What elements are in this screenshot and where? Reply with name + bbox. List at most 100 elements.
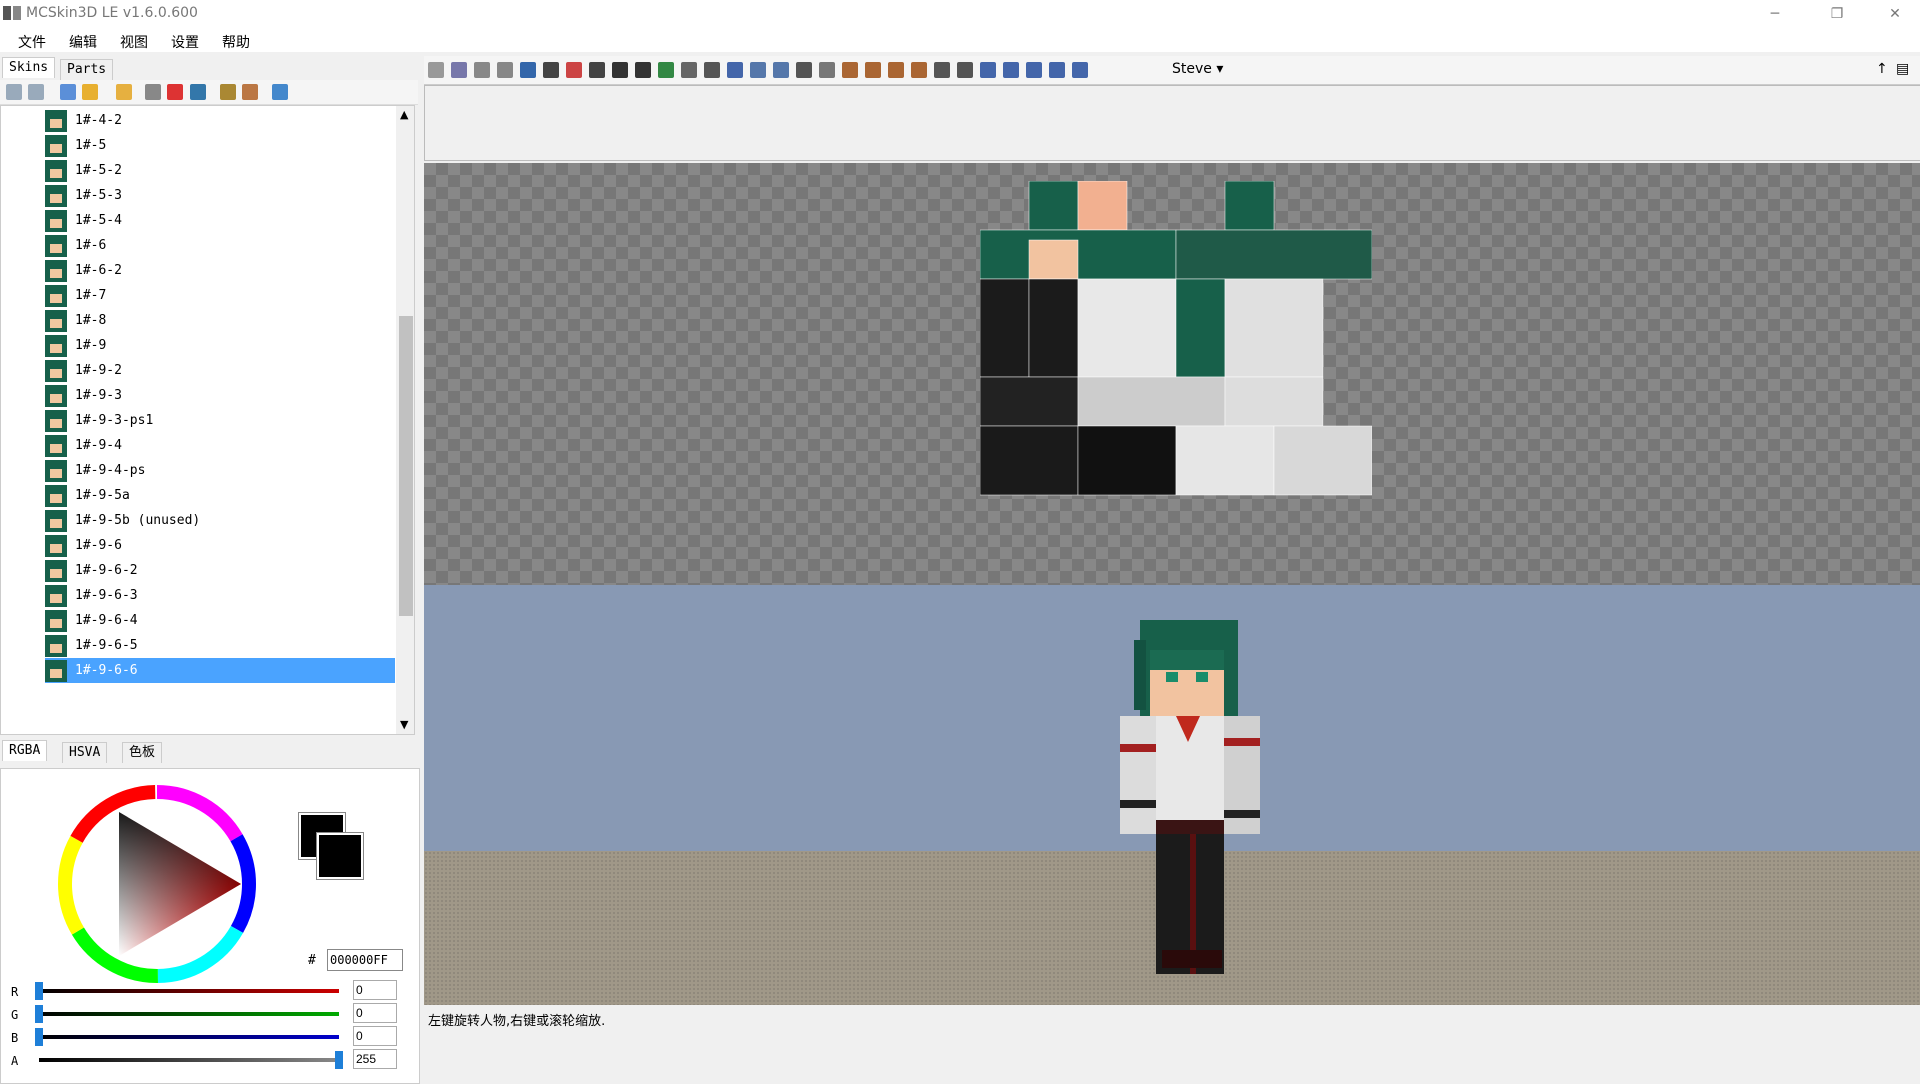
menu-view[interactable]: 视图	[120, 32, 148, 52]
3d-viewport[interactable]	[424, 585, 1920, 1005]
left-leg-region[interactable]	[980, 425, 1079, 496]
skin-list-item[interactable]: 1#-9-6-6	[45, 658, 395, 683]
list-scrollbar[interactable]: ▲ ▼	[396, 106, 414, 734]
body-front-region[interactable]	[1077, 278, 1177, 378]
skin-list-item[interactable]: 1#-9	[45, 333, 395, 358]
redo-icon[interactable]	[497, 62, 513, 78]
left-arm-region[interactable]	[1175, 425, 1275, 496]
head-top-region[interactable]	[1028, 181, 1079, 231]
refresh-icon[interactable]	[60, 84, 76, 100]
skin-list-item[interactable]: 1#-5-2	[45, 158, 395, 183]
tab-parts[interactable]: Parts	[60, 59, 114, 80]
pencil-icon[interactable]	[543, 62, 559, 78]
skin-list-item[interactable]: 1#-9-3	[45, 383, 395, 408]
channel-input-a[interactable]	[353, 1049, 397, 1069]
tab-hsva[interactable]: HSVA	[62, 742, 108, 763]
grid5-icon[interactable]	[934, 62, 950, 78]
grid10-icon[interactable]	[1049, 62, 1065, 78]
open-folder-icon[interactable]	[116, 84, 132, 100]
right-arm-region[interactable]	[1224, 278, 1324, 378]
hex-input[interactable]	[327, 949, 403, 971]
slider-thumb-r[interactable]	[35, 982, 43, 1000]
head-front-face[interactable]	[1028, 239, 1079, 280]
tab-rgba[interactable]: RGBA	[2, 740, 48, 761]
minimize-button[interactable]: ─	[1752, 0, 1798, 28]
character-model[interactable]	[1090, 620, 1290, 980]
skin-list-item[interactable]: 1#-4-2	[45, 108, 395, 133]
menu-file[interactable]: 文件	[18, 32, 46, 52]
delete-icon[interactable]	[167, 84, 183, 100]
right-leg-region[interactable]	[980, 278, 1030, 378]
sharpen-icon[interactable]	[773, 62, 789, 78]
skin-list-item[interactable]: 1#-6	[45, 233, 395, 258]
eraser-icon[interactable]	[566, 62, 582, 78]
skin-list-item[interactable]: 1#-9-4	[45, 433, 395, 458]
restore-button[interactable]: ❐	[1814, 0, 1860, 28]
wrench-icon[interactable]	[272, 84, 288, 100]
person-icon[interactable]	[727, 62, 743, 78]
menu-help[interactable]: 帮助	[222, 32, 250, 52]
texture-editor[interactable]	[424, 163, 1920, 585]
slider-thumb-g[interactable]	[35, 1005, 43, 1023]
zoom-in-icon[interactable]	[28, 84, 44, 100]
head-bottom-region[interactable]	[1077, 181, 1128, 231]
skin-list-item[interactable]: 1#-9-6-5	[45, 633, 395, 658]
arm-wear-region[interactable]	[1224, 376, 1324, 427]
skin-list[interactable]: 1#-4-2 1#-5 1#-5-2 1#-5-3 1#-5-4 1#-6 1#-6-2 1#…	[0, 105, 415, 735]
channel-slider-a[interactable]	[39, 1058, 339, 1062]
clone-icon[interactable]	[145, 84, 161, 100]
skin-list-item[interactable]: 1#-7	[45, 283, 395, 308]
tab-palette[interactable]: 色板	[122, 742, 163, 763]
grid3-icon[interactable]	[888, 62, 904, 78]
skin-list-item[interactable]: 1#-9-4-ps	[45, 458, 395, 483]
tab-skins[interactable]: Skins	[2, 57, 56, 78]
menu-edit[interactable]: 编辑	[69, 32, 97, 52]
color-wheel[interactable]	[57, 784, 257, 984]
skin-texture-map[interactable]	[980, 181, 1372, 497]
dropper-icon[interactable]	[589, 62, 605, 78]
new-skin-icon[interactable]	[82, 84, 98, 100]
skin-list-item[interactable]: 1#-6-2	[45, 258, 395, 283]
noise-icon[interactable]	[658, 62, 674, 78]
headwear-top-region[interactable]	[1224, 181, 1275, 231]
panel-icon[interactable]: ▤	[1896, 61, 1909, 77]
channel-slider-b[interactable]	[39, 1035, 339, 1039]
grid8-icon[interactable]	[1003, 62, 1019, 78]
channel-input-r[interactable]	[353, 980, 397, 1000]
channel-slider-r[interactable]	[39, 989, 339, 993]
skin-list-item[interactable]: 1#-9-2	[45, 358, 395, 383]
skin-list-item[interactable]: 1#-9-5a	[45, 483, 395, 508]
skin-list-item[interactable]: 1#-9-6-4	[45, 608, 395, 633]
grid9-icon[interactable]	[1026, 62, 1042, 78]
save-all-icon[interactable]	[451, 62, 467, 78]
grid6-icon[interactable]	[957, 62, 973, 78]
slider-thumb-a[interactable]	[335, 1051, 343, 1069]
zoom-out-icon[interactable]	[6, 84, 22, 100]
channel-slider-g[interactable]	[39, 1012, 339, 1016]
undo-icon[interactable]	[474, 62, 490, 78]
left-leg-wear-region[interactable]	[1077, 425, 1177, 496]
copy-icon[interactable]	[819, 62, 835, 78]
skin-list-item[interactable]: 1#-9-6-3	[45, 583, 395, 608]
skin-list-item[interactable]: 1#-5-4	[45, 208, 395, 233]
secondary-color-swatch[interactable]	[317, 833, 363, 879]
fill-icon[interactable]	[704, 62, 720, 78]
grid7-icon[interactable]	[980, 62, 996, 78]
right-leg-2-region[interactable]	[1028, 278, 1079, 378]
body-back-region[interactable]	[1175, 278, 1226, 378]
skin-list-item[interactable]: 1#-5	[45, 133, 395, 158]
skin-list-item[interactable]: 1#-9-3-ps1	[45, 408, 395, 433]
grid11-icon[interactable]	[1072, 62, 1088, 78]
scroll-thumb[interactable]	[399, 316, 413, 616]
scroll-up-icon[interactable]: ▲	[400, 108, 408, 121]
pin-icon[interactable]: ↑	[1876, 61, 1888, 77]
grid-icon[interactable]	[220, 84, 236, 100]
skin-list-item[interactable]: 1#-9-6	[45, 533, 395, 558]
close-button[interactable]: ✕	[1872, 0, 1918, 28]
left-arm-wear-region[interactable]	[1273, 425, 1372, 496]
body-wear-region[interactable]	[1077, 376, 1226, 427]
skin-list-item[interactable]: 1#-9-6-2	[45, 558, 395, 583]
menu-settings[interactable]: 设置	[171, 32, 199, 52]
channel-input-g[interactable]	[353, 1003, 397, 1023]
grid1-icon[interactable]	[842, 62, 858, 78]
